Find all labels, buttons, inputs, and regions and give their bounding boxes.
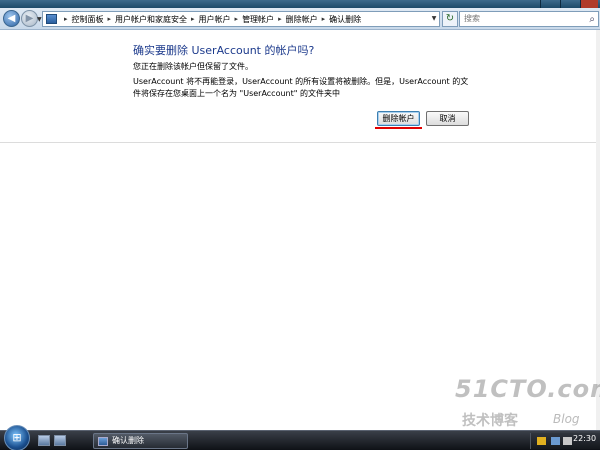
chevron-right-icon[interactable]: ▸ <box>278 15 282 23</box>
history-dropdown-icon[interactable]: ▼ <box>37 16 42 23</box>
search-placeholder: 搜索 <box>464 14 480 23</box>
minimize-button[interactable] <box>540 0 558 8</box>
info-text-details: UserAccount 将不再能登录，UserAccount 的所有设置将被删除… <box>133 77 469 98</box>
breadcrumb-manage-accounts[interactable]: 管理帐户 <box>242 14 274 25</box>
address-bar[interactable]: ▸ 控制面板 ▸ 用户帐户和家庭安全 ▸ 用户帐户 ▸ 管理帐户 ▸ 删除帐户 … <box>42 11 440 27</box>
search-icon[interactable]: ⌕ <box>589 13 595 27</box>
window-title-strip <box>0 0 600 8</box>
refresh-icon: ↻ <box>445 13 455 24</box>
refresh-button[interactable]: ↻ <box>442 11 458 27</box>
info-text-keep-files: 您正在删除该帐户但保留了文件。 <box>133 62 253 71</box>
content-divider <box>0 142 600 143</box>
cancel-button[interactable]: 取消 <box>426 111 469 126</box>
breadcrumb-control-panel[interactable]: 控制面板 <box>72 14 104 25</box>
switch-windows-icon[interactable] <box>54 435 66 446</box>
back-arrow-icon: ◀ <box>7 13 16 24</box>
chevron-right-icon[interactable]: ▸ <box>191 15 195 23</box>
breadcrumb-user-accounts[interactable]: 用户帐户 <box>199 14 231 25</box>
close-button[interactable] <box>580 0 598 8</box>
forward-button[interactable]: ▶ <box>21 10 38 27</box>
taskbar-item-label: 确认删除 <box>112 436 144 445</box>
address-dropdown-icon[interactable]: ▼ <box>428 11 440 27</box>
highlight-underline <box>375 127 422 129</box>
breadcrumb-delete-account[interactable]: 删除帐户 <box>286 14 318 25</box>
windows-logo-icon: ⊞ <box>12 431 22 444</box>
start-button[interactable]: ⊞ <box>4 425 30 450</box>
navigation-bar: ◀ ▶ ▼ ▸ 控制面板 ▸ 用户帐户和家庭安全 ▸ 用户帐户 ▸ 管理帐户 ▸… <box>0 8 600 30</box>
search-input[interactable]: 搜索 ⌕ <box>459 11 599 27</box>
chevron-right-icon[interactable]: ▸ <box>235 15 239 23</box>
watermark-tagline: 技术博客 <box>462 413 518 429</box>
taskbar: ⊞ 确认删除 22:30 <box>0 425 600 450</box>
control-panel-icon <box>98 437 108 446</box>
taskbar-item-confirm-delete[interactable]: 确认删除 <box>93 433 188 449</box>
chevron-right-icon[interactable]: ▸ <box>322 15 326 23</box>
page-title: 确实要删除 UserAccount 的帐户吗? <box>133 44 315 57</box>
breadcrumb-user-accounts-family-safety[interactable]: 用户帐户和家庭安全 <box>115 14 187 25</box>
scrollbar[interactable] <box>596 30 600 430</box>
delete-account-button[interactable]: 删除帐户 <box>377 111 420 126</box>
breadcrumb-confirm-delete[interactable]: 确认删除 <box>329 14 361 25</box>
forward-arrow-icon: ▶ <box>25 13 34 24</box>
chevron-right-icon[interactable]: ▸ <box>64 15 68 23</box>
shield-icon[interactable] <box>537 437 546 445</box>
back-button[interactable]: ◀ <box>3 10 20 27</box>
show-desktop-icon[interactable] <box>38 435 50 446</box>
volume-icon[interactable] <box>563 437 572 445</box>
control-panel-icon <box>46 14 57 24</box>
clock[interactable]: 22:30 <box>573 434 596 443</box>
maximize-button[interactable] <box>560 0 578 8</box>
watermark-blog: Blog <box>553 412 580 426</box>
chevron-right-icon[interactable]: ▸ <box>108 15 112 23</box>
network-icon[interactable] <box>551 437 560 445</box>
watermark-brand: 51CTO.com <box>455 375 600 403</box>
